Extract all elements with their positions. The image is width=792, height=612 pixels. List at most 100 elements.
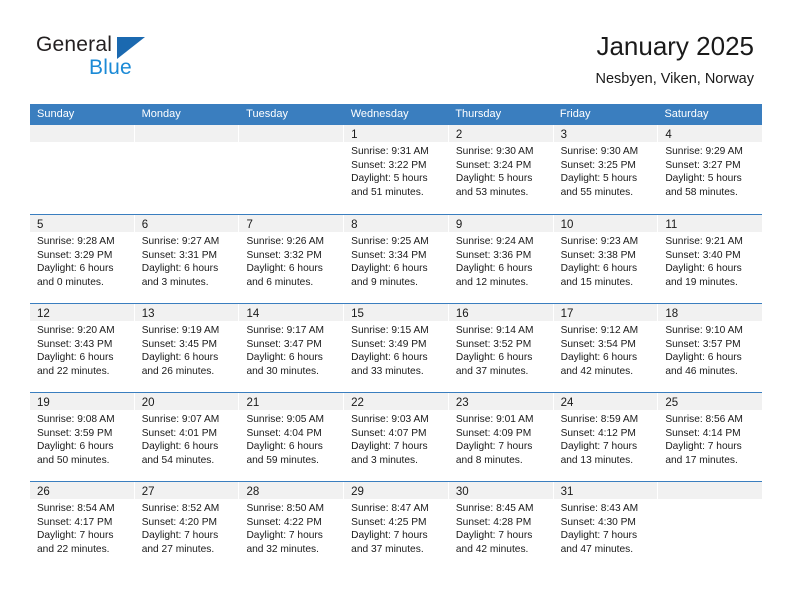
day-details [135, 142, 239, 145]
day-number-band: 4 [658, 125, 763, 142]
daylight-text-cont: and 55 minutes. [560, 186, 634, 198]
sunset-text: Sunset: 3:22 PM [351, 159, 427, 171]
day-number-band: 20 [134, 393, 239, 410]
day-details: Sunrise: 8:52 AM Sunset: 4:20 PM Daylight:… [135, 499, 239, 556]
day-details: Sunrise: 9:10 AM Sunset: 3:57 PM Daylight:… [658, 321, 762, 378]
calendar-day-cell[interactable]: 25 Sunrise: 8:56 AM Sunset: 4:14 PM Dayligh… [658, 393, 763, 481]
day-details: Sunrise: 8:45 AM Sunset: 4:28 PM Daylight:… [449, 499, 553, 556]
calendar-day-cell[interactable]: 19 Sunrise: 9:08 AM Sunset: 3:59 PM Dayligh… [30, 393, 135, 481]
calendar-day-cell[interactable]: 26 Sunrise: 8:54 AM Sunset: 4:17 PM Dayligh… [30, 482, 135, 570]
daylight-text-cont: and 30 minutes. [246, 365, 319, 377]
daylight-text-cont: and 0 minutes. [37, 276, 104, 288]
sunset-text: Sunset: 4:17 PM [37, 516, 113, 528]
calendar-day-cell[interactable]: 21 Sunrise: 9:05 AM Sunset: 4:04 PM Dayligh… [239, 393, 345, 481]
daylight-text-cont: and 54 minutes. [141, 454, 215, 466]
calendar-day-cell[interactable]: 28 Sunrise: 8:50 AM Sunset: 4:22 PM Dayligh… [239, 482, 345, 570]
daylight-text-cont: and 17 minutes. [665, 454, 738, 466]
day-number: 30 [455, 486, 469, 498]
daylight-text: Daylight: 7 hours [246, 530, 323, 542]
day-number: 26 [37, 486, 50, 498]
sunset-text: Sunset: 3:57 PM [665, 338, 741, 350]
day-details: Sunrise: 9:30 AM Sunset: 3:24 PM Daylight:… [449, 142, 553, 199]
weekday-header-thursday: Thursday [455, 108, 502, 120]
sunrise-text: Sunrise: 9:30 AM [560, 146, 639, 157]
daylight-text-cont: and 19 minutes. [665, 276, 738, 288]
day-number-band: 2 [448, 125, 553, 142]
daylight-text: Daylight: 5 hours [560, 173, 638, 185]
daylight-text: Daylight: 6 hours [351, 352, 428, 364]
daylight-text-cont: and 22 minutes. [37, 543, 110, 555]
calendar-day-cell[interactable]: 22 Sunrise: 9:03 AM Sunset: 4:07 PM Dayligh… [344, 393, 449, 481]
calendar-week-row: 12 Sunrise: 9:20 AM Sunset: 3:43 PM Dayligh… [30, 303, 763, 392]
calendar-day-cell[interactable]: 4 Sunrise: 9:29 AM Sunset: 3:27 PM Daylight… [658, 125, 763, 214]
calendar-day-cell[interactable]: 31 Sunrise: 8:43 AM Sunset: 4:30 PM Dayligh… [553, 482, 659, 570]
sunset-text: Sunset: 3:43 PM [37, 338, 113, 350]
calendar-day-cell[interactable]: 15 Sunrise: 9:15 AM Sunset: 3:49 PM Dayligh… [344, 304, 449, 392]
calendar-day-cell[interactable]: 29 Sunrise: 8:47 AM Sunset: 4:25 PM Dayligh… [344, 482, 449, 570]
day-number-band: 27 [134, 482, 239, 499]
daylight-text: Daylight: 6 hours [455, 263, 533, 275]
day-number: 11 [665, 219, 678, 231]
sunrise-text: Sunrise: 8:59 AM [560, 414, 639, 425]
sunset-text: Sunset: 4:20 PM [141, 516, 218, 528]
calendar-day-cell[interactable]: 20 Sunrise: 9:07 AM Sunset: 4:01 PM Dayligh… [134, 393, 240, 481]
calendar-day-cell[interactable]: 11 Sunrise: 9:21 AM Sunset: 3:40 PM Dayligh… [658, 215, 763, 303]
sunrise-text: Sunrise: 9:07 AM [141, 414, 220, 425]
calendar-day-cell[interactable]: 18 Sunrise: 9:10 AM Sunset: 3:57 PM Dayligh… [658, 304, 763, 392]
sunrise-text: Sunrise: 9:14 AM [455, 325, 534, 336]
daylight-text-cont: and 13 minutes. [560, 454, 634, 466]
calendar-day-cell[interactable]: 30 Sunrise: 8:45 AM Sunset: 4:28 PM Dayligh… [448, 482, 554, 570]
sunset-text: Sunset: 4:12 PM [560, 427, 636, 439]
daylight-text: Daylight: 7 hours [351, 530, 428, 542]
weekday-header-wednesday: Wednesday [350, 108, 409, 120]
day-number-band: 9 [448, 215, 553, 232]
calendar-day-cell[interactable]: 17 Sunrise: 9:12 AM Sunset: 3:54 PM Dayligh… [553, 304, 659, 392]
calendar-day-cell[interactable]: 1 Sunrise: 9:31 AM Sunset: 3:22 PM Daylight… [344, 125, 449, 214]
daylight-text: Daylight: 7 hours [455, 530, 533, 542]
day-number-band: 28 [239, 482, 344, 499]
calendar-day-cell[interactable]: 13 Sunrise: 9:19 AM Sunset: 3:45 PM Dayligh… [134, 304, 240, 392]
sunset-text: Sunset: 3:45 PM [141, 338, 218, 350]
sunrise-text: Sunrise: 9:26 AM [246, 236, 325, 247]
day-details [658, 499, 762, 502]
day-number-band [134, 125, 239, 142]
sunrise-text: Sunrise: 9:30 AM [455, 146, 534, 157]
day-details: Sunrise: 9:01 AM Sunset: 4:09 PM Daylight:… [449, 410, 553, 467]
day-details: Sunrise: 8:56 AM Sunset: 4:14 PM Daylight:… [658, 410, 762, 467]
calendar-day-cell[interactable]: 9 Sunrise: 9:24 AM Sunset: 3:36 PM Daylight… [448, 215, 554, 303]
calendar-day-cell[interactable]: 3 Sunrise: 9:30 AM Sunset: 3:25 PM Daylight… [553, 125, 659, 214]
day-number: 29 [351, 486, 364, 498]
calendar-day-cell[interactable]: 2 Sunrise: 9:30 AM Sunset: 3:24 PM Daylight… [448, 125, 554, 214]
calendar-day-cell[interactable]: 16 Sunrise: 9:14 AM Sunset: 3:52 PM Dayligh… [448, 304, 554, 392]
weekday-header-sunday: Sunday [37, 108, 75, 120]
calendar-day-cell[interactable]: 6 Sunrise: 9:27 AM Sunset: 3:31 PM Daylight… [134, 215, 240, 303]
sunset-text: Sunset: 4:28 PM [455, 516, 532, 528]
brand-logo[interactable]: General Blue [36, 33, 216, 85]
daylight-text-cont: and 37 minutes. [455, 365, 529, 377]
day-details: Sunrise: 9:07 AM Sunset: 4:01 PM Daylight:… [135, 410, 239, 467]
daylight-text: Daylight: 5 hours [455, 173, 533, 185]
calendar-day-cell[interactable]: 7 Sunrise: 9:26 AM Sunset: 3:32 PM Daylight… [239, 215, 345, 303]
sunset-text: Sunset: 4:14 PM [665, 427, 741, 439]
calendar-day-cell[interactable]: 14 Sunrise: 9:17 AM Sunset: 3:47 PM Dayligh… [239, 304, 345, 392]
sunrise-text: Sunrise: 9:31 AM [351, 146, 429, 157]
day-number-band: 22 [344, 393, 448, 410]
weekday-header-saturday: Saturday [664, 108, 709, 120]
daylight-text-cont: and 42 minutes. [560, 365, 634, 377]
calendar-day-cell[interactable]: 12 Sunrise: 9:20 AM Sunset: 3:43 PM Dayligh… [30, 304, 135, 392]
calendar-day-cell[interactable]: 8 Sunrise: 9:25 AM Sunset: 3:34 PM Daylight… [344, 215, 449, 303]
day-number: 27 [141, 486, 155, 498]
daylight-text: Daylight: 6 hours [246, 441, 323, 453]
day-number: 28 [246, 486, 260, 498]
calendar-day-cell[interactable]: 27 Sunrise: 8:52 AM Sunset: 4:20 PM Dayligh… [134, 482, 240, 570]
daylight-text-cont: and 51 minutes. [351, 186, 424, 198]
calendar-day-cell[interactable]: 10 Sunrise: 9:23 AM Sunset: 3:38 PM Dayligh… [553, 215, 659, 303]
calendar-day-cell[interactable]: 24 Sunrise: 8:59 AM Sunset: 4:12 PM Dayligh… [553, 393, 659, 481]
sunrise-text: Sunrise: 8:43 AM [560, 503, 639, 514]
daylight-text: Daylight: 6 hours [665, 352, 742, 364]
calendar-day-cell[interactable]: 5 Sunrise: 9:28 AM Sunset: 3:29 PM Daylight… [30, 215, 135, 303]
sunset-text: Sunset: 4:01 PM [141, 427, 218, 439]
day-details: Sunrise: 9:30 AM Sunset: 3:25 PM Daylight:… [554, 142, 658, 199]
sunrise-text: Sunrise: 9:17 AM [246, 325, 325, 336]
calendar-day-cell[interactable]: 23 Sunrise: 9:01 AM Sunset: 4:09 PM Dayligh… [448, 393, 554, 481]
